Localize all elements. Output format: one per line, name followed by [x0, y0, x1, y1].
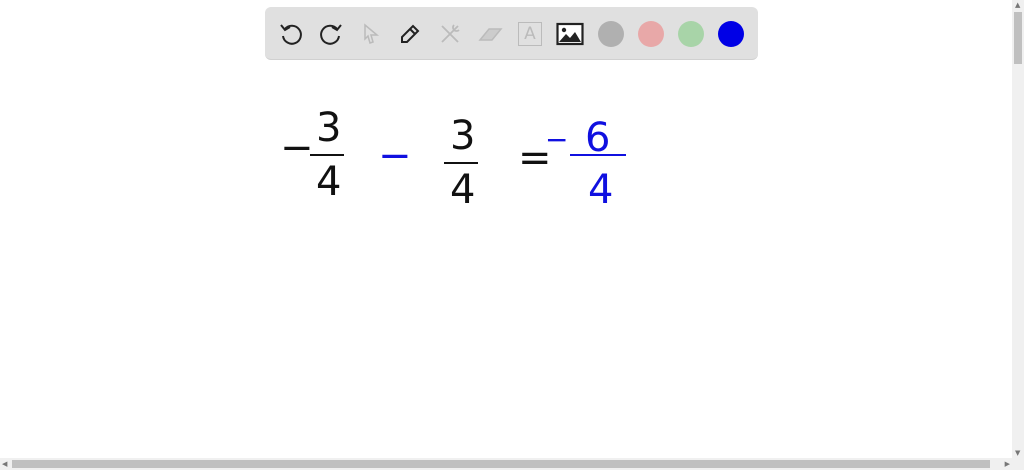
eraser-icon[interactable]	[476, 20, 504, 48]
minus-operator: −	[378, 133, 412, 179]
redo-icon[interactable]	[317, 20, 345, 48]
pen-icon[interactable]	[396, 20, 424, 48]
term1-fraction-bar	[310, 154, 344, 156]
color-blue[interactable]	[718, 21, 744, 47]
term2-numerator: 3	[450, 113, 476, 159]
color-green[interactable]	[678, 21, 704, 47]
color-gray[interactable]	[598, 21, 624, 47]
horizontal-scroll-thumb[interactable]	[12, 460, 990, 468]
term2-denominator: 4	[450, 167, 476, 213]
select-icon[interactable]	[357, 20, 385, 48]
term2-fraction-bar	[444, 162, 478, 164]
horizontal-scrollbar[interactable]: ◀ ▶	[0, 458, 1024, 470]
term1-denominator: 4	[316, 159, 342, 205]
result-sign: −	[545, 123, 569, 156]
vertical-scrollbar[interactable]: ▲ ▼	[1012, 0, 1024, 458]
term1-numerator: 3	[316, 105, 342, 151]
text-icon[interactable]: A	[516, 20, 544, 48]
drawing-toolbar: A	[265, 7, 758, 60]
result-numerator: 6	[585, 115, 611, 161]
result-fraction-bar	[570, 154, 626, 156]
tools-icon[interactable]	[436, 20, 464, 48]
term1-sign: −	[280, 125, 314, 171]
vertical-scroll-thumb[interactable]	[1014, 12, 1022, 64]
result-denominator: 4	[588, 167, 614, 213]
color-pink[interactable]	[638, 21, 664, 47]
text-tool-label: A	[518, 22, 542, 46]
image-icon[interactable]	[556, 20, 584, 48]
undo-icon[interactable]	[277, 20, 305, 48]
